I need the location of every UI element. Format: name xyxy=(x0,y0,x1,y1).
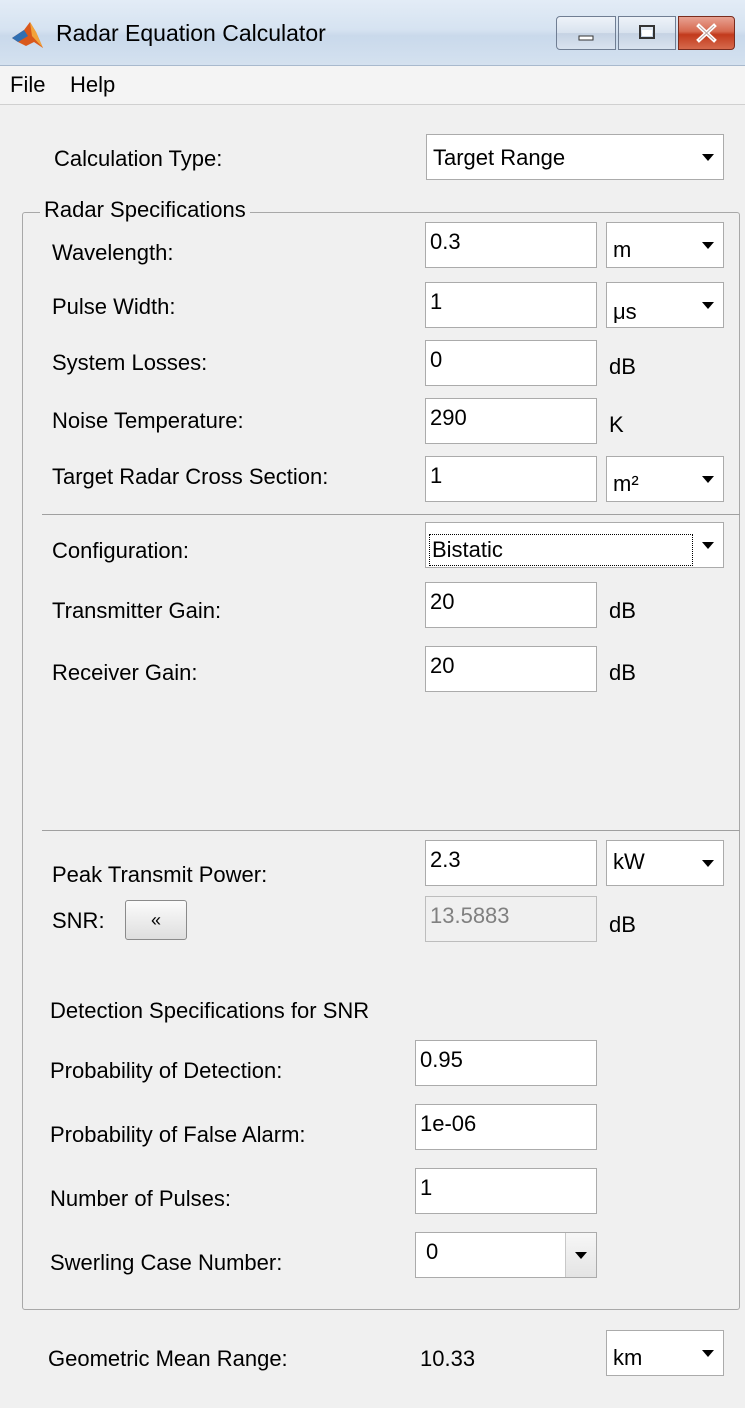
wavelength-label: Wavelength: xyxy=(52,240,174,265)
target-rcs-label: Target Radar Cross Section: xyxy=(52,464,329,489)
pulse-width-unit-value: μs xyxy=(613,299,637,324)
maximize-icon xyxy=(639,25,655,39)
pulse-width-unit-select[interactable]: μs xyxy=(606,282,724,328)
receiver-gain-input[interactable]: 20 xyxy=(425,646,597,692)
chevron-down-icon xyxy=(565,1233,596,1277)
section-divider xyxy=(42,514,740,515)
calculation-type-label: Calculation Type: xyxy=(54,146,223,171)
peak-power-label: Peak Transmit Power: xyxy=(52,862,268,887)
close-button[interactable] xyxy=(678,16,735,50)
calculation-type-select[interactable]: Target Range xyxy=(426,134,724,180)
system-losses-label: System Losses: xyxy=(52,350,208,375)
swerling-value: 0 xyxy=(426,1239,439,1264)
menu-help[interactable]: Help xyxy=(70,72,115,98)
transmitter-gain-unit: dB xyxy=(609,598,636,623)
system-losses-input[interactable]: 0 xyxy=(425,340,597,386)
target-rcs-input[interactable]: 1 xyxy=(425,456,597,502)
peak-power-input[interactable]: 2.3 xyxy=(425,840,597,886)
pfa-label: Probability of False Alarm: xyxy=(50,1122,306,1147)
chevron-down-icon xyxy=(693,283,723,327)
receiver-gain-unit: dB xyxy=(609,660,636,685)
result-unit-select[interactable]: km xyxy=(606,1330,724,1376)
num-pulses-label: Number of Pulses: xyxy=(50,1186,231,1211)
target-rcs-unit-value: m² xyxy=(613,471,639,496)
snr-output-field: 13.5883 xyxy=(425,896,597,942)
noise-temperature-label: Noise Temperature: xyxy=(52,408,244,433)
pulse-width-input[interactable]: 1 xyxy=(425,282,597,328)
menu-file[interactable]: File xyxy=(10,72,45,98)
wavelength-input[interactable]: 0.3 xyxy=(425,222,597,268)
menu-divider xyxy=(0,104,745,105)
chevron-down-icon xyxy=(693,457,723,501)
snr-toggle-button[interactable]: « xyxy=(125,900,187,940)
configuration-label: Configuration: xyxy=(52,538,189,563)
snr-label: SNR: xyxy=(52,908,105,933)
section-divider xyxy=(42,830,740,831)
receiver-gain-label: Receiver Gain: xyxy=(52,660,198,685)
pd-input[interactable]: 0.95 xyxy=(415,1040,597,1086)
pd-label: Probability of Detection: xyxy=(50,1058,283,1083)
menu-bar: File Help xyxy=(0,66,745,104)
detection-specs-title: Detection Specifications for SNR xyxy=(50,998,370,1023)
close-icon xyxy=(696,23,717,43)
pfa-input[interactable]: 1e-06 xyxy=(415,1104,597,1150)
wavelength-unit-select[interactable]: m xyxy=(606,222,724,268)
maximize-button[interactable] xyxy=(618,16,676,50)
chevron-down-icon xyxy=(693,523,723,567)
minimize-icon xyxy=(578,35,594,41)
wavelength-unit-value: m xyxy=(613,237,632,262)
result-label: Geometric Mean Range: xyxy=(48,1346,288,1371)
swerling-select[interactable]: 0 xyxy=(415,1232,597,1278)
minimize-button[interactable] xyxy=(556,16,616,50)
radar-specifications-title: Radar Specifications xyxy=(40,197,250,223)
peak-power-unit-select[interactable]: kW xyxy=(606,840,724,886)
target-rcs-unit-select[interactable]: m² xyxy=(606,456,724,502)
chevron-down-icon xyxy=(693,135,723,179)
result-unit-value: km xyxy=(613,1345,643,1370)
noise-temperature-input[interactable]: 290 xyxy=(425,398,597,444)
matlab-logo-icon xyxy=(12,22,43,48)
chevron-down-icon xyxy=(693,1331,723,1375)
system-losses-unit: dB xyxy=(609,354,636,379)
chevron-down-icon xyxy=(693,223,723,267)
window-title: Radar Equation Calculator xyxy=(56,20,326,46)
transmitter-gain-label: Transmitter Gain: xyxy=(52,598,222,623)
configuration-select[interactable]: Bistatic xyxy=(425,522,724,568)
snr-unit: dB xyxy=(609,912,636,937)
noise-temperature-unit: K xyxy=(609,412,624,437)
title-bar: Radar Equation Calculator xyxy=(0,0,745,66)
peak-power-unit-value: kW xyxy=(613,849,645,874)
result-value: 10.33 xyxy=(420,1346,476,1371)
num-pulses-input[interactable]: 1 xyxy=(415,1168,597,1214)
configuration-value: Bistatic xyxy=(429,534,693,566)
chevron-down-icon xyxy=(693,841,723,885)
pulse-width-label: Pulse Width: xyxy=(52,294,176,319)
swerling-label: Swerling Case Number: xyxy=(50,1250,283,1275)
transmitter-gain-input[interactable]: 20 xyxy=(425,582,597,628)
calculation-type-value: Target Range xyxy=(433,145,566,170)
